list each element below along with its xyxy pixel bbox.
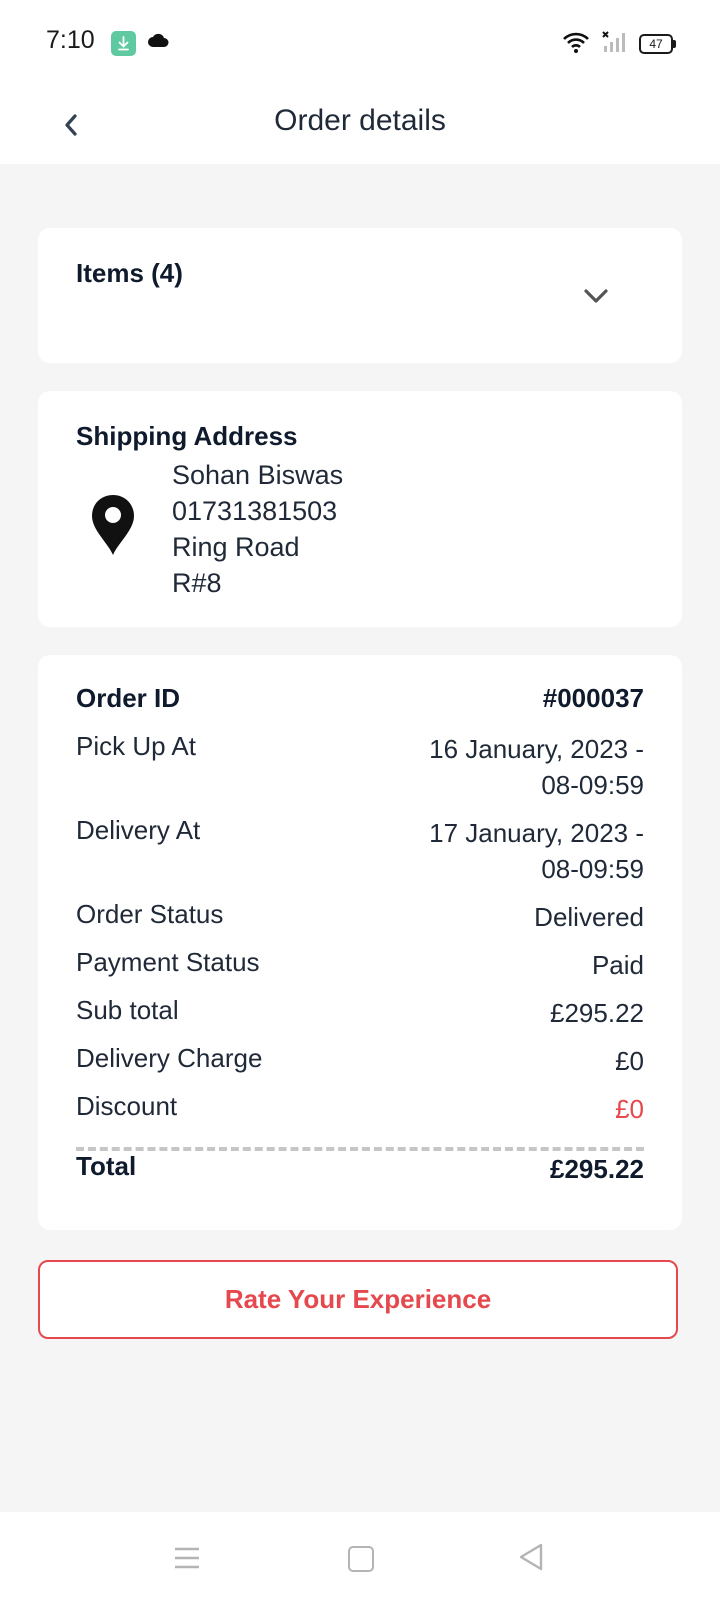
- items-title: Items (4): [76, 258, 183, 288]
- delivery-date: 17 January, 2023 -: [429, 818, 644, 848]
- subtotal-label: Sub total: [76, 995, 179, 1025]
- back-triangle-icon[interactable]: [518, 1543, 544, 1576]
- signal-icon: [602, 30, 628, 59]
- home-square-icon[interactable]: [348, 1546, 374, 1572]
- order-summary-card: Order ID #000037 Pick Up At 16 January, …: [38, 655, 682, 1230]
- subtotal-value: £295.22: [550, 998, 644, 1028]
- delivery-time: 08-09:59: [541, 854, 644, 884]
- cloud-icon: [147, 32, 169, 53]
- wifi-icon: [562, 30, 590, 59]
- payment-status-label: Payment Status: [76, 947, 260, 977]
- location-pin-icon: [90, 493, 136, 562]
- pickup-label: Pick Up At: [76, 731, 196, 761]
- system-nav-bar: [0, 1512, 720, 1600]
- delivery-value: 17 January, 2023 - 08-09:59: [429, 815, 644, 887]
- delivery-charge-value: £0: [615, 1046, 644, 1076]
- status-bar: 7:10 47: [0, 0, 720, 86]
- download-icon: [111, 31, 136, 56]
- shipping-name: Sohan Biswas: [172, 460, 344, 490]
- battery-icon: 47: [639, 34, 676, 54]
- menu-icon[interactable]: [174, 1547, 200, 1574]
- items-card[interactable]: Items (4): [38, 228, 682, 363]
- app-bar: Order details: [0, 86, 720, 164]
- shipping-line2: R#8: [172, 568, 222, 598]
- order-status-label: Order Status: [76, 899, 224, 929]
- shipping-line1: Ring Road: [172, 532, 300, 562]
- rate-experience-button[interactable]: Rate Your Experience: [38, 1260, 678, 1339]
- pickup-time: 08-09:59: [541, 770, 644, 800]
- order-status-value: Delivered: [534, 902, 644, 932]
- discount-label: Discount: [76, 1091, 178, 1121]
- payment-status-value: Paid: [591, 950, 644, 980]
- page-title: Order details: [274, 104, 446, 137]
- status-time: 7:10: [46, 26, 95, 54]
- total-label: Total: [76, 1151, 137, 1181]
- discount-value: £0: [615, 1094, 644, 1124]
- chevron-down-icon: [584, 289, 608, 303]
- shipping-title: Shipping Address: [76, 421, 298, 451]
- pickup-value: 16 January, 2023 - 08-09:59: [429, 731, 644, 803]
- delivery-charge-label: Delivery Charge: [76, 1043, 263, 1073]
- total-value: £295.22: [550, 1154, 644, 1184]
- shipping-phone: 01731381503: [172, 496, 338, 526]
- shipping-address-card: Shipping Address Sohan Biswas 0173138150…: [38, 391, 682, 627]
- shipping-address: Sohan Biswas 01731381503 Ring Road R#8: [172, 457, 343, 601]
- order-id-value: #000037: [542, 683, 644, 713]
- order-id-label: Order ID: [76, 683, 181, 713]
- delivery-label: Delivery At: [76, 815, 201, 845]
- items-expand-button[interactable]: [578, 278, 614, 314]
- pickup-date: 16 January, 2023 -: [429, 734, 644, 764]
